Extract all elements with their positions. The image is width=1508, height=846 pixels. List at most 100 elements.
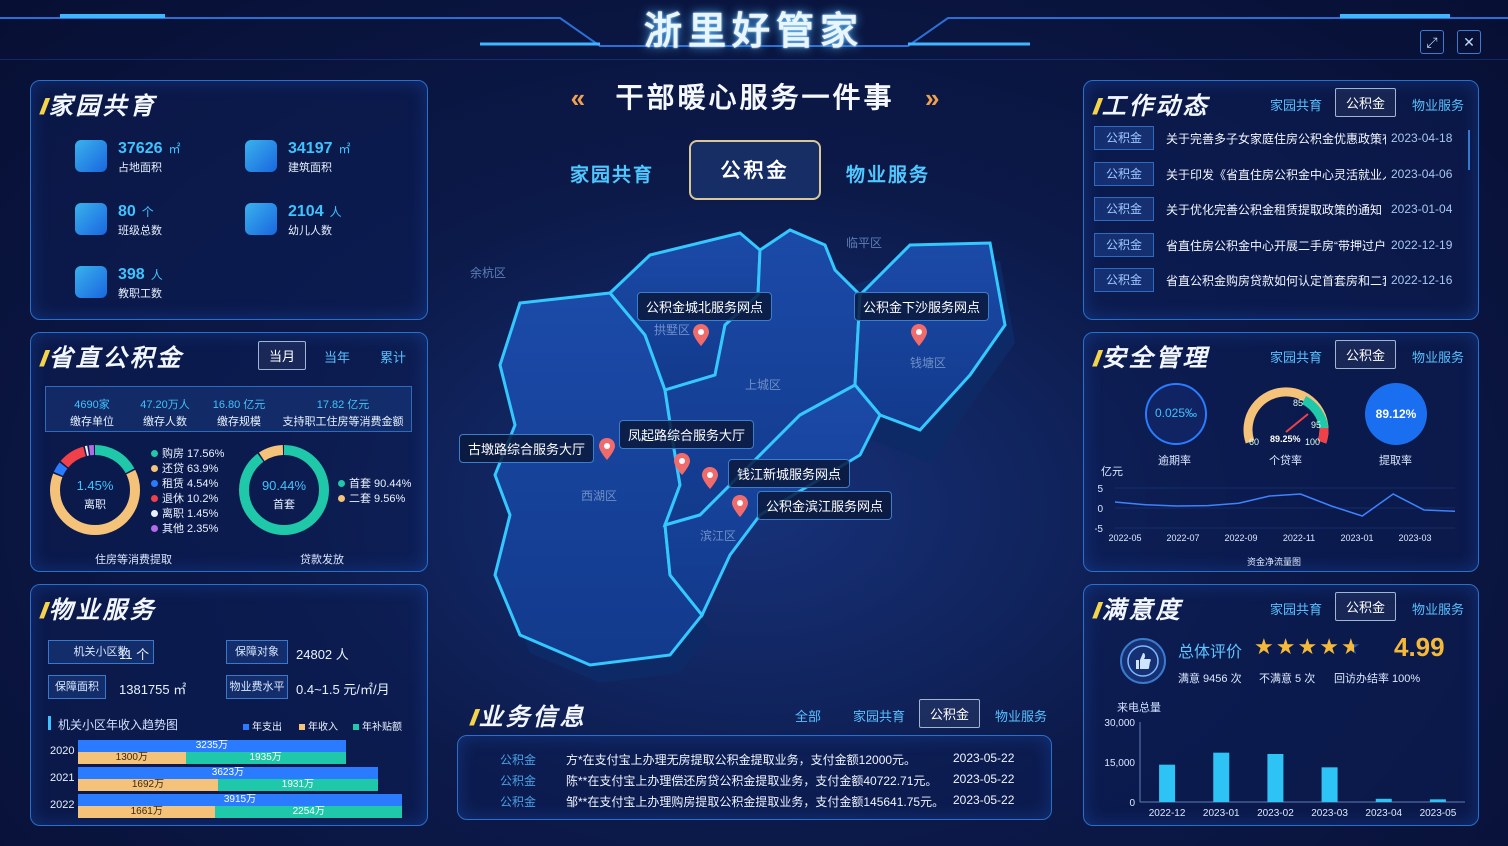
loan-gauge-tick-60: 60 bbox=[1249, 437, 1260, 447]
business-row-text[interactable]: 陈**在支付宝上办理偿还房贷公积金提取业务，支付金额40722.71元。 bbox=[566, 772, 937, 789]
legend-dot-icon bbox=[338, 480, 345, 487]
stat-label: 建筑面积 bbox=[288, 162, 332, 174]
fund-tab-year[interactable]: 当年 bbox=[324, 347, 350, 366]
map-pin-icon[interactable] bbox=[598, 437, 616, 461]
satisfaction-tab-home-edu[interactable]: 家园共育 bbox=[1270, 599, 1322, 618]
flow-xtick: 2023-01 bbox=[1340, 533, 1373, 543]
stat-value: 2104 人 bbox=[288, 203, 342, 220]
district-label-yuhang: 余杭区 bbox=[470, 266, 507, 280]
call-volume-bar-chart: 30,000 15,000 0 2022-12 2023-01 2023-02 2023-0… bbox=[1104, 718, 1465, 819]
district-label-qiantang: 钱塘区 bbox=[910, 356, 947, 370]
call-xtick: 2023-01 bbox=[1203, 808, 1240, 819]
business-tab-all[interactable]: 全部 bbox=[795, 706, 821, 725]
flow-xtick: 2022-07 bbox=[1166, 533, 1199, 543]
news-scrollbar[interactable] bbox=[1468, 130, 1470, 170]
flow-unit: 亿元 bbox=[1101, 466, 1123, 478]
fund-summary-label: 缴存人数 bbox=[143, 416, 187, 428]
donut1-caption: 住房等消费提取 bbox=[95, 554, 172, 566]
business-tab-fund[interactable]: 公积金 bbox=[919, 699, 981, 728]
work-tab-fund[interactable]: 公积金 bbox=[1335, 88, 1397, 117]
business-row-text[interactable]: 邹**在支付宝上办理购房提取公积金提取业务，支付金额145641.75元。 bbox=[566, 793, 944, 810]
fund-tab-total[interactable]: 累计 bbox=[380, 347, 406, 366]
safety-tab-fund[interactable]: 公积金 bbox=[1335, 340, 1397, 369]
map-pin-icon[interactable] bbox=[701, 466, 719, 490]
unsatisfied-count: 不满意 5 次 bbox=[1259, 673, 1316, 685]
fund-tab-month[interactable]: 当月 bbox=[258, 341, 307, 370]
call-bar bbox=[1159, 764, 1176, 802]
right-chevron-icon: » bbox=[924, 83, 940, 113]
fund-summary-value: 47.20万人 bbox=[140, 399, 190, 411]
work-tab-home-edu[interactable]: 家园共育 bbox=[1270, 95, 1322, 114]
income-bar: 1661万 bbox=[78, 806, 216, 818]
call-bar bbox=[1429, 799, 1446, 802]
stat-label: 幼儿人数 bbox=[288, 225, 332, 237]
news-link[interactable]: 省直住房公积金中心开展二手房“带押过户... bbox=[1166, 237, 1386, 254]
satisfied-count: 满意 9456 次 bbox=[1178, 673, 1242, 685]
property-kv-value: 24802 人 bbox=[296, 647, 349, 662]
work-tab-property[interactable]: 物业服务 bbox=[1412, 95, 1464, 114]
trend-year: 2021 bbox=[50, 772, 75, 784]
news-link[interactable]: 关于印发《省直住房公积金中心灵活就业人... bbox=[1166, 166, 1386, 183]
loan-gauge-tick-100: 100 bbox=[1305, 437, 1321, 447]
rating-stars: ★★★★★ bbox=[1254, 634, 1363, 660]
fund-title: // 省直公积金 bbox=[40, 345, 184, 372]
service-point-chengbei[interactable]: 公积金城北服务网点 bbox=[637, 292, 773, 321]
service-point-fengqi[interactable]: 凤起路综合服务大厅 bbox=[619, 420, 755, 449]
business-row-text[interactable]: 方*在支付宝上办理无房提取公积金提取业务，支付金额12000元。 bbox=[566, 751, 916, 768]
center-tab-fund[interactable]: 公积金 bbox=[689, 140, 821, 200]
call-xtick: 2022-12 bbox=[1149, 808, 1186, 819]
news-link[interactable]: 省直公积金购房贷款如何认定首套房和二套房 bbox=[1166, 272, 1386, 289]
property-kv-value: 0.4~1.5 元/㎡/月 bbox=[296, 682, 390, 697]
map-pin-icon[interactable] bbox=[731, 494, 749, 518]
map-pin-icon[interactable] bbox=[910, 323, 928, 347]
service-point-xiasha[interactable]: 公积金下沙服务网点 bbox=[854, 292, 990, 321]
legend-square-icon bbox=[243, 724, 249, 730]
call-ytick: 30,000 bbox=[1104, 718, 1135, 729]
map-region-qiantang[interactable] bbox=[853, 241, 1007, 432]
work-title: // 工作动态 bbox=[1093, 93, 1210, 120]
subsidy-bar: 1931万 bbox=[218, 779, 378, 791]
safety-tab-property[interactable]: 物业服务 bbox=[1412, 347, 1464, 366]
business-tag: 公积金 bbox=[500, 753, 537, 767]
map-pin-icon[interactable] bbox=[673, 452, 691, 476]
stat-value: 34197 ㎡ bbox=[288, 140, 351, 157]
donut1-center-label: 离职 bbox=[84, 499, 106, 511]
safety-tab-home-edu[interactable]: 家园共育 bbox=[1270, 347, 1322, 366]
satisfaction-tab-property[interactable]: 物业服务 bbox=[1412, 599, 1464, 618]
service-point-gudun[interactable]: 古墩路综合服务大厅 bbox=[459, 434, 595, 463]
news-date: 2022-12-16 bbox=[1391, 273, 1453, 287]
property-kv-key: 物业费水平 bbox=[226, 675, 288, 699]
satisfaction-tab-fund[interactable]: 公积金 bbox=[1335, 592, 1397, 621]
flow-line-chart: 5 0 -5 2022-05 2022-07 2022-09 2022-11 2023-01 2… bbox=[1095, 484, 1456, 543]
fund-summary-value: 4690家 bbox=[74, 399, 110, 411]
stat-value: 80 个 bbox=[118, 203, 154, 220]
news-link[interactable]: 关于完善多子女家庭住房公积金优惠政策有... bbox=[1166, 130, 1386, 147]
trend-year: 2022 bbox=[50, 799, 75, 811]
legend-item: 二套 9.56% bbox=[338, 489, 405, 507]
center-tab-property[interactable]: 物业服务 bbox=[846, 160, 930, 187]
loan-gauge-tick-85: 85 bbox=[1293, 398, 1304, 408]
service-point-binjiang[interactable]: 公积金滨江服务网点 bbox=[757, 491, 893, 520]
legend-square-icon bbox=[353, 724, 359, 730]
business-tab-property[interactable]: 物业服务 bbox=[995, 706, 1047, 725]
fund-summary-label: 缴存规模 bbox=[217, 416, 261, 428]
expand-window-icon[interactable]: ⤢ bbox=[1420, 30, 1444, 54]
legend-dot-icon bbox=[338, 495, 345, 502]
close-window-icon[interactable]: ✕ bbox=[1457, 30, 1481, 54]
fund-summary-label: 支持职工住房等消费金额 bbox=[282, 416, 404, 428]
center-tab-home-edu[interactable]: 家园共育 bbox=[570, 160, 654, 187]
news-link[interactable]: 关于优化完善公积金租赁提取政策的通知 bbox=[1166, 201, 1386, 218]
fund-summary-value: 16.80 亿元 bbox=[212, 399, 266, 411]
business-tab-home-edu[interactable]: 家园共育 bbox=[853, 706, 905, 725]
business-tag: 公积金 bbox=[500, 795, 537, 809]
overall-label: 总体评价 bbox=[1178, 644, 1243, 661]
news-tag: 公积金 bbox=[1094, 161, 1154, 186]
stat-value: 398 人 bbox=[118, 266, 163, 283]
map-pin-icon[interactable] bbox=[692, 323, 710, 347]
news-date: 2023-01-04 bbox=[1391, 202, 1453, 216]
donut1-center-value: 1.45% bbox=[76, 478, 114, 493]
business-title: // 业务信息 bbox=[470, 704, 587, 731]
service-point-qianjiang[interactable]: 钱江新城服务网点 bbox=[728, 459, 851, 488]
building-icon bbox=[245, 140, 277, 172]
revisit-rate: 回访办结率 100% bbox=[1334, 673, 1421, 685]
